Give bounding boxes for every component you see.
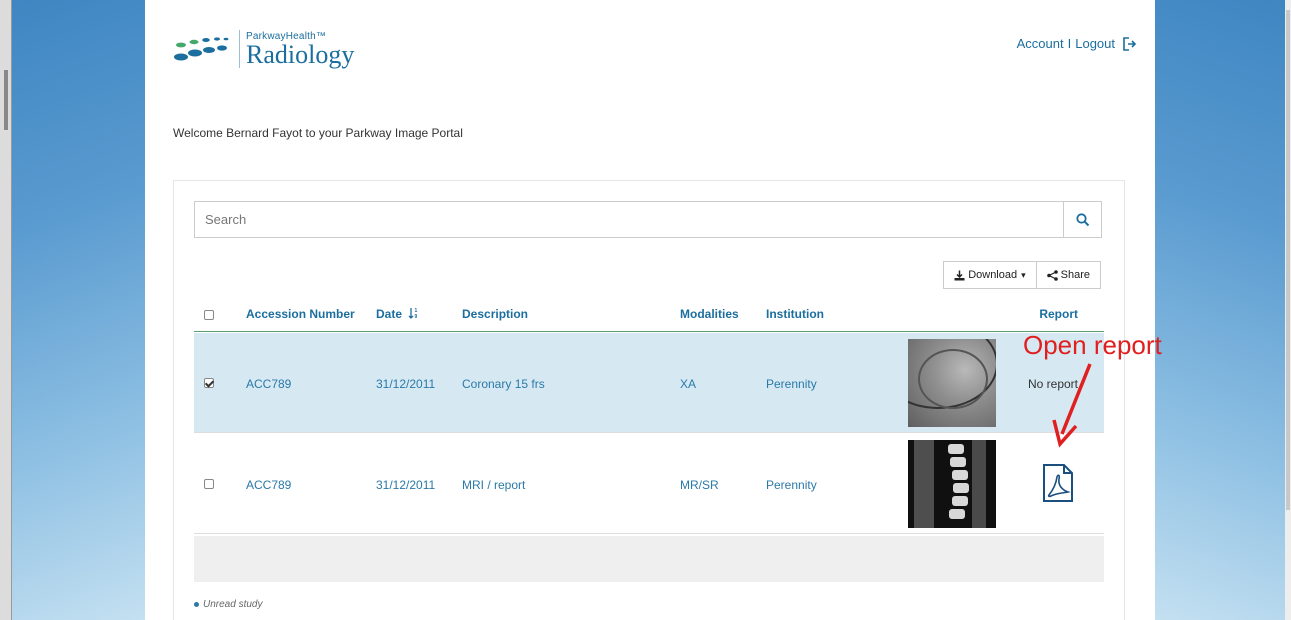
brand-logo[interactable]: ParkwayHealth™ Radiology: [173, 30, 354, 68]
column-header-modalities[interactable]: Modalities: [680, 307, 739, 321]
brand-big-text: Radiology: [246, 39, 355, 69]
study-thumbnail[interactable]: [908, 440, 996, 528]
download-button[interactable]: Download ▾: [943, 261, 1037, 289]
study-modality: MR/SR: [680, 478, 719, 492]
study-institution: Perennity: [766, 377, 817, 391]
legend: Unread study: [194, 599, 262, 610]
table-header: Accession Number Date 1 9 Description Mo…: [194, 299, 1104, 332]
accession-number[interactable]: ACC789: [246, 478, 291, 492]
scrollbar-thumb[interactable]: [1286, 10, 1290, 510]
search-button[interactable]: [1063, 202, 1101, 237]
study-date: 31/12/2011: [376, 377, 436, 391]
column-header-description[interactable]: Description: [462, 307, 528, 321]
study-description[interactable]: MRI / report: [462, 478, 525, 492]
table-row[interactable]: ACC789 31/12/2011 Coronary 15 frs XA Per…: [194, 333, 1104, 433]
study-modality: XA: [680, 377, 697, 391]
welcome-message: Welcome Bernard Fayot to your Parkway Im…: [173, 126, 463, 140]
logo-divider: [239, 30, 240, 68]
share-label: Share: [1060, 269, 1090, 281]
study-description[interactable]: Coronary 15 frs: [462, 377, 545, 391]
column-header-accession[interactable]: Accession Number: [246, 307, 355, 321]
annotation-arrow-icon: [1052, 363, 1092, 448]
search-bar: [194, 201, 1102, 238]
account-link[interactable]: Account: [1017, 36, 1064, 51]
download-icon: [954, 270, 965, 281]
parkway-logo-icon: [174, 37, 229, 61]
account-area: Account I Logout: [1017, 36, 1137, 51]
sort-icon[interactable]: 1 9: [408, 307, 420, 320]
studies-card: Download ▾ Share Accession Number Date 1…: [173, 180, 1125, 620]
unread-dot-icon: [194, 602, 199, 607]
row-checkbox[interactable]: [204, 378, 214, 388]
unread-legend-label: Unread study: [203, 599, 263, 610]
search-input[interactable]: [195, 202, 1063, 237]
brand-text: ParkwayHealth™ Radiology: [246, 31, 354, 68]
logout-icon[interactable]: [1123, 36, 1137, 51]
row-checkbox[interactable]: [204, 479, 214, 489]
logout-link[interactable]: Logout: [1075, 36, 1115, 51]
vertical-scrollbar[interactable]: [1285, 0, 1291, 620]
share-icon: [1046, 269, 1058, 281]
share-button[interactable]: Share: [1036, 261, 1101, 289]
study-thumbnail[interactable]: [908, 339, 996, 427]
select-all-checkbox[interactable]: [204, 310, 214, 320]
download-label: Download: [968, 269, 1018, 281]
column-header-date-label: Date: [376, 307, 403, 321]
column-header-date[interactable]: Date 1 9: [376, 307, 420, 321]
background-left-panel: [12, 0, 145, 620]
column-header-institution[interactable]: Institution: [766, 307, 824, 321]
accession-number[interactable]: ACC789: [246, 377, 291, 391]
column-header-report: Report: [1039, 307, 1078, 321]
empty-row: [194, 536, 1104, 582]
pdf-report-icon[interactable]: [1042, 464, 1074, 507]
background-right-panel: [1155, 0, 1285, 620]
table-row[interactable]: ACC789 31/12/2011 MRI / report MR/SR Per…: [194, 434, 1104, 534]
search-icon: [1075, 212, 1089, 226]
study-institution: Perennity: [766, 478, 817, 492]
toolbar: Download ▾ Share: [943, 261, 1101, 289]
window-left-edge: [0, 0, 12, 620]
portal-page: ParkwayHealth™ Radiology Account I Logou…: [145, 0, 1155, 620]
svg-text:9: 9: [415, 314, 418, 319]
account-separator: I: [1067, 36, 1072, 51]
chevron-down-icon: ▾: [1021, 269, 1026, 280]
annotation-text: Open report: [1023, 330, 1162, 360]
left-scroll-thumb[interactable]: [4, 70, 8, 130]
study-date: 31/12/2011: [376, 478, 436, 492]
